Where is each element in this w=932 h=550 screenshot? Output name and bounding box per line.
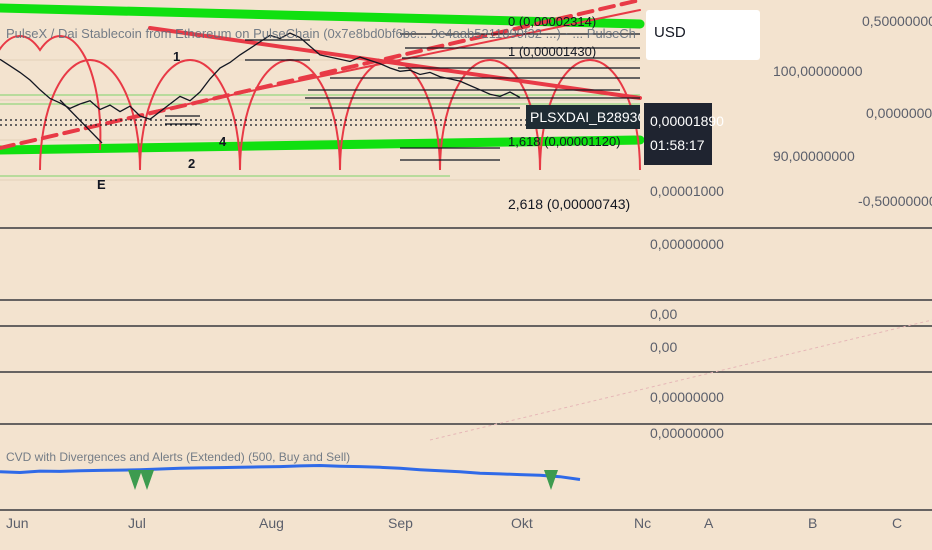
x-tick-label: Nc: [634, 515, 651, 531]
x-tick-label: Jun: [6, 515, 29, 531]
wave-label-e: E: [97, 177, 106, 192]
currency-selector[interactable]: USD: [646, 10, 760, 60]
cvd-signal-marker: [128, 470, 142, 490]
currency-value: USD: [654, 24, 686, 41]
fib-label-2618: 2,618 (0,00000743): [508, 196, 630, 212]
x-tick-label: C: [892, 515, 902, 531]
x-tick-label: A: [704, 515, 714, 531]
fib-label-1618: 1,618 (0,00001120): [508, 134, 621, 149]
pane3-axis-label: 0,00: [650, 306, 677, 322]
cvd-series-line: [0, 463, 581, 481]
price-tag: 0,00001890 01:58:17: [644, 103, 724, 165]
cvd-signal-marker: [140, 470, 154, 490]
x-axis: Jun Jul Aug Sep Okt Nc A B C: [6, 515, 902, 531]
x-tick-label: Jul: [128, 515, 146, 531]
wave-label-4: 4: [219, 134, 227, 149]
pane6-axis-label: 0,00000000: [650, 425, 724, 441]
fib-label-0: 0 (0,00002314): [508, 14, 596, 29]
axis-label-100: 100,00000000: [773, 63, 863, 79]
axis-label-neg-0-5: -0,50000000: [858, 193, 932, 209]
x-tick-label: B: [808, 515, 817, 531]
x-tick-label: Aug: [259, 515, 284, 531]
price-value: 0,00001890: [650, 113, 724, 129]
pane4-axis-label: 0,00: [650, 339, 677, 355]
chart-canvas[interactable]: PulseX / Dai Stablecoin from Ethereum on…: [0, 0, 932, 550]
wave-label-1: 1: [173, 49, 180, 64]
countdown-value: 01:58:17: [650, 137, 705, 153]
axis-label-0: 0,00000000: [866, 105, 932, 121]
cvd-signal-marker: [544, 470, 558, 490]
fib-label-1: 1 (0,00001430): [508, 44, 596, 59]
dashed-projection-line: [429, 319, 932, 441]
pane-separators: [0, 227, 932, 511]
x-tick-label: Sep: [388, 515, 413, 531]
axis-label-0-5: 0,50000000: [862, 13, 932, 29]
pane2-axis-label: 0,00000000: [650, 236, 724, 252]
pane5-axis-label: 0,00000000: [650, 389, 724, 405]
cvd-indicator-label[interactable]: CVD with Divergences and Alerts (Extende…: [6, 450, 350, 464]
wave-label-2: 2: [188, 156, 195, 171]
axis-label-90: 90,00000000: [773, 148, 855, 164]
x-tick-label: Okt: [511, 515, 533, 531]
price-axis-label: 0,00001000: [650, 183, 724, 199]
symbol-tag: PLSXDAI_B2893C.USD: [526, 105, 640, 129]
symbol-label: PLSXDAI_B2893C.USD: [530, 109, 640, 125]
